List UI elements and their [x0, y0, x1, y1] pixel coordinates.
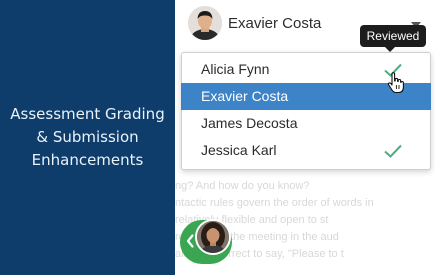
selected-student-name: Exavier Costa — [228, 15, 322, 32]
reviewed-tooltip: Reviewed — [360, 25, 426, 47]
student-avatar — [188, 6, 222, 40]
dropdown-item-label: Exavier Costa — [201, 88, 289, 104]
body-text-line: ng? And how do you know? — [175, 180, 310, 192]
sidebar-title: Assessment Grading & Submission Enhancem… — [10, 105, 165, 169]
check-icon — [384, 144, 402, 158]
hand-pointer-icon — [387, 72, 404, 94]
dropdown-item-james-decosta[interactable]: James Decosta — [182, 110, 430, 137]
chevron-left-icon[interactable] — [185, 233, 195, 249]
student-dropdown: Alicia Fynn Exavier Costa James Decosta … — [181, 52, 431, 170]
dropdown-item-label: Jessica Karl — [201, 142, 277, 158]
dropdown-item-jessica-karl[interactable]: Jessica Karl — [182, 137, 430, 164]
body-text-line: ntactic rules govern the order of words … — [175, 197, 374, 209]
tooltip-arrow — [385, 47, 395, 52]
student-avatar-bottom — [195, 219, 231, 255]
dropdown-item-label: James Decosta — [201, 115, 298, 131]
dropdown-item-label: Alicia Fynn — [201, 61, 270, 77]
sidebar-panel: Assessment Grading & Submission Enhancem… — [0, 0, 175, 275]
